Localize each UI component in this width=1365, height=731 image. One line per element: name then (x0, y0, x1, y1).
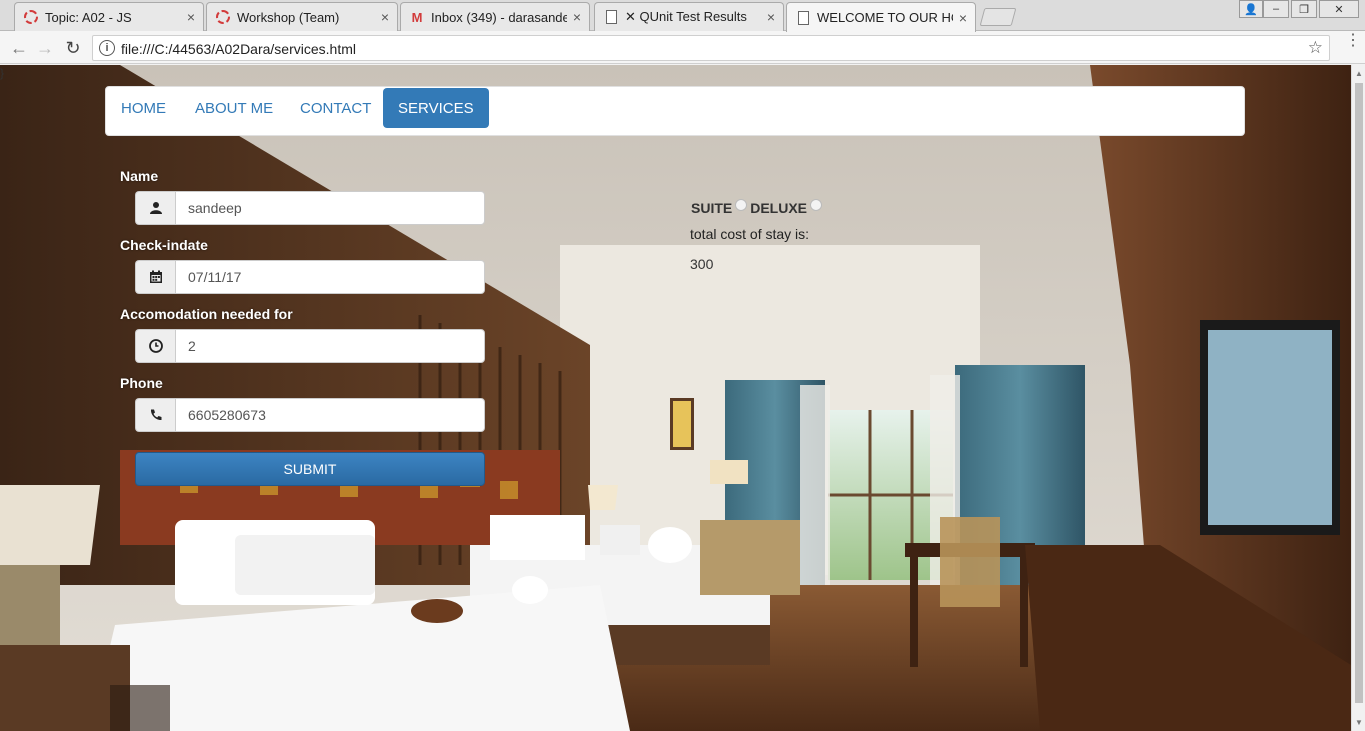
site-navbar: HOME ABOUT ME CONTACT SERVICES (105, 86, 1245, 136)
checkin-input-group: 07/11/17 (135, 260, 485, 294)
phone-icon (135, 398, 175, 432)
reload-icon[interactable]: ↻ (62, 37, 84, 59)
gmail-icon: M (411, 9, 423, 25)
ring-icon (215, 9, 231, 25)
phone-input-group: 6605280673 (135, 398, 485, 432)
accommodation-input-group: 2 (135, 329, 485, 363)
nav-about-me[interactable]: ABOUT ME (180, 88, 288, 128)
accommodation-field[interactable]: 2 (175, 329, 485, 363)
ring-icon (23, 9, 39, 25)
nav-services[interactable]: SERVICES (383, 88, 489, 128)
tab-welcome-hotel[interactable]: WELCOME TO OUR HOT × (786, 2, 976, 32)
tab-title: ✕ QUnit Test Results (625, 9, 747, 24)
stray-brace-text: } (0, 66, 5, 80)
minimize-button[interactable]: – (1263, 0, 1289, 18)
browser-toolbar: ← → ↻ i file:///C:/44563/A02Dara/service… (0, 31, 1365, 64)
tab-qunit[interactable]: ✕ QUnit Test Results × (594, 2, 784, 31)
tab-title: Inbox (349) - darasandee (431, 9, 567, 25)
scrollbar-thumb[interactable] (1355, 83, 1363, 703)
checkin-label: Check-indate (120, 237, 208, 253)
nav-contact[interactable]: CONTACT (285, 88, 386, 128)
close-tab-icon[interactable]: × (959, 10, 967, 26)
suite-radio[interactable] (735, 199, 748, 211)
suite-label: SUITE (691, 200, 733, 216)
phone-field[interactable]: 6605280673 (175, 398, 485, 432)
deluxe-label: DELUXE (750, 200, 808, 216)
checkin-date-field[interactable]: 07/11/17 (175, 260, 485, 294)
close-tab-icon[interactable]: × (573, 9, 581, 25)
back-arrow-icon[interactable]: ← (8, 37, 30, 59)
total-cost-label: total cost of stay is: (690, 226, 810, 242)
scroll-up-icon[interactable]: ▲ (1355, 69, 1363, 78)
tab-title: WELCOME TO OUR HOT (817, 10, 953, 25)
url-text[interactable]: file:///C:/44563/A02Dara/services.html (121, 41, 356, 57)
deluxe-radio[interactable] (810, 199, 823, 211)
tab-inbox[interactable]: M Inbox (349) - darasandee × (400, 2, 590, 31)
close-tab-icon[interactable]: × (381, 9, 389, 25)
address-bar[interactable]: i file:///C:/44563/A02Dara/services.html… (92, 35, 1330, 61)
tab-topic-a02[interactable]: Topic: A02 - JS × (14, 2, 204, 31)
calendar-icon (135, 260, 175, 294)
document-icon (603, 9, 619, 25)
document-icon (795, 10, 811, 26)
user-profile-icon[interactable]: 👤 (1239, 0, 1263, 18)
name-input-group: sandeep (135, 191, 485, 225)
phone-label: Phone (120, 375, 163, 391)
clock-icon (135, 329, 175, 363)
tab-title: Workshop (Team) (237, 9, 340, 25)
restore-button[interactable]: ❐ (1291, 0, 1317, 18)
browser-menu-icon[interactable]: ⋮ (1345, 33, 1361, 49)
bookmark-star-icon[interactable]: ☆ (1308, 38, 1323, 58)
window-controls: – ❐ ✕ (1263, 0, 1359, 18)
submit-button[interactable]: SUBMIT (135, 452, 485, 486)
name-field[interactable]: sandeep (175, 191, 485, 225)
info-icon[interactable]: i (99, 40, 115, 56)
tab-title: Topic: A02 - JS (45, 9, 132, 25)
page-scrollbar[interactable]: ▲ ▼ (1351, 65, 1365, 731)
scroll-down-icon[interactable]: ▼ (1355, 718, 1363, 727)
accommodation-label: Accomodation needed for (120, 306, 293, 322)
forward-arrow-icon[interactable]: → (34, 37, 56, 59)
browser-tab-strip: Topic: A02 - JS × Workshop (Team) × M In… (0, 0, 1365, 32)
tab-workshop[interactable]: Workshop (Team) × (206, 2, 398, 31)
total-cost-value: 300 (690, 256, 714, 272)
nav-home[interactable]: HOME (106, 88, 181, 128)
close-tab-icon[interactable]: × (767, 9, 775, 25)
name-label: Name (120, 168, 159, 184)
room-type-selector: SUITE DELUXE (691, 199, 825, 217)
user-icon (135, 191, 175, 225)
close-tab-icon[interactable]: × (187, 9, 195, 25)
new-tab-button[interactable] (979, 8, 1017, 26)
window-close-button[interactable]: ✕ (1319, 0, 1359, 18)
